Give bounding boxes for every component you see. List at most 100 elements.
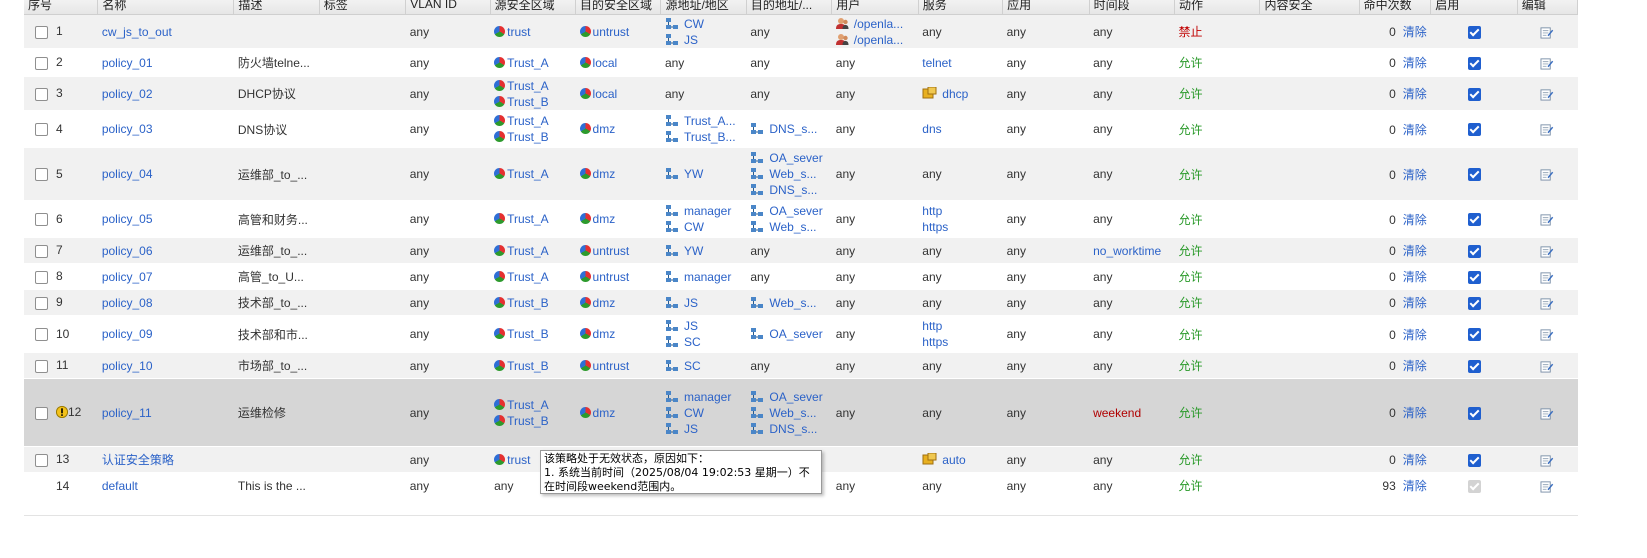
src-zone-link[interactable]: Trust_A <box>507 244 549 258</box>
service-item[interactable]: https <box>922 334 998 350</box>
dst-addr-value[interactable]: OA_sever <box>769 327 822 341</box>
enable-checkbox[interactable] <box>1467 123 1481 137</box>
user-value[interactable]: /openla... <box>854 33 903 47</box>
dst-zone-link[interactable]: untrust <box>593 270 630 284</box>
row-select-checkbox[interactable] <box>35 168 48 182</box>
enable-checkbox[interactable] <box>1467 296 1481 310</box>
table-row[interactable]: 11 policy_10 市场部_to_... any Trust_B untrust SC… <box>24 352 1578 379</box>
row-select-checkbox[interactable] <box>35 328 48 342</box>
dst-zone-item[interactable]: dmz <box>579 295 657 311</box>
dst-zone-item[interactable]: dmz <box>579 405 657 421</box>
clear-hits-link[interactable]: 清除 <box>1403 87 1427 101</box>
header-action[interactable]: 动作 <box>1174 0 1261 15</box>
header-desc[interactable]: 描述 <box>233 0 320 15</box>
dst-addr-item[interactable]: OA_sever <box>750 150 827 166</box>
src-addr-item[interactable]: manager <box>665 203 742 219</box>
src-zone-link[interactable]: Trust_A <box>507 398 549 412</box>
src-zone-item[interactable]: Trust_A <box>494 55 571 71</box>
src-addr-item[interactable]: YW <box>665 166 742 182</box>
dst-addr-item[interactable]: Web_s... <box>750 219 827 235</box>
row-select-checkbox[interactable] <box>35 25 48 39</box>
src-zone-item[interactable]: Trust_B <box>494 326 571 342</box>
dst-zone-link[interactable]: dmz <box>593 122 616 136</box>
dst-addr-item[interactable]: Web_s... <box>750 295 827 311</box>
policy-name-link[interactable]: policy_02 <box>102 87 153 101</box>
service-value[interactable]: telnet <box>922 56 951 70</box>
src-zone-item[interactable]: Trust_B <box>494 413 571 429</box>
dst-addr-value[interactable]: Web_s... <box>769 296 816 310</box>
header-dst-zone[interactable]: 目的安全区域 <box>575 0 662 15</box>
dst-zone-item[interactable]: untrust <box>579 24 657 40</box>
src-zone-item[interactable]: Trust_A <box>494 269 571 285</box>
table-row[interactable]: 5 policy_04 运维部_to_... any Trust_A dmz YW OA_se… <box>24 147 1578 201</box>
src-addr-value[interactable]: CW <box>684 406 704 420</box>
clear-hits-link[interactable]: 清除 <box>1403 25 1427 39</box>
src-zone-item[interactable]: Trust_A <box>494 243 571 259</box>
service-value[interactable]: https <box>922 335 948 349</box>
policy-name-link[interactable]: policy_04 <box>102 167 153 181</box>
header-src-addr[interactable]: 源地址/地区 <box>660 0 747 15</box>
row-select-checkbox[interactable] <box>35 359 48 373</box>
src-zone-link[interactable]: Trust_A <box>507 167 549 181</box>
header-app[interactable]: 应用 <box>1002 0 1090 15</box>
src-addr-item[interactable]: CW <box>665 219 742 235</box>
src-zone-item[interactable]: Trust_A <box>494 211 571 227</box>
dst-zone-link[interactable]: untrust <box>593 25 630 39</box>
row-select-checkbox[interactable] <box>35 406 48 420</box>
src-addr-value[interactable]: CW <box>684 17 704 31</box>
clear-hits-link[interactable]: 清除 <box>1403 453 1427 467</box>
dst-addr-item[interactable]: OA_sever <box>750 203 827 219</box>
table-row[interactable]: 9 policy_08 技术部_to_... any Trust_B dmz JS Web_s… <box>24 289 1578 316</box>
dst-zone-item[interactable]: local <box>579 86 657 102</box>
dst-addr-item[interactable]: Web_s... <box>750 166 827 182</box>
src-addr-value[interactable]: manager <box>684 204 731 218</box>
policy-name-link[interactable]: policy_03 <box>102 122 153 136</box>
src-zone-item[interactable]: trust <box>494 24 571 40</box>
enable-checkbox[interactable] <box>1467 244 1481 258</box>
header-dst-addr[interactable]: 目的地址/... <box>746 0 833 15</box>
dst-zone-link[interactable]: dmz <box>593 406 616 420</box>
enable-checkbox[interactable] <box>1467 87 1481 101</box>
src-zone-item[interactable]: Trust_B <box>494 94 571 110</box>
src-zone-link[interactable]: Trust_B <box>507 359 549 373</box>
src-addr-value[interactable]: Trust_B... <box>684 130 736 144</box>
service-item[interactable]: dns <box>922 121 998 137</box>
enable-checkbox[interactable] <box>1467 25 1481 39</box>
clear-hits-link[interactable]: 清除 <box>1403 328 1427 342</box>
service-item[interactable]: https <box>922 219 998 235</box>
src-addr-value[interactable]: Trust_A... <box>684 114 736 128</box>
src-zone-link[interactable]: Trust_B <box>507 327 549 341</box>
dst-addr-item[interactable]: OA_sever <box>750 389 827 405</box>
dst-addr-value[interactable]: DNS_s... <box>769 122 817 136</box>
dst-zone-item[interactable]: dmz <box>579 121 657 137</box>
header-name[interactable]: 名称 <box>97 0 235 15</box>
row-select-checkbox[interactable] <box>35 56 48 70</box>
dst-zone-link[interactable]: dmz <box>593 296 616 310</box>
src-zone-link[interactable]: Trust_A <box>507 114 549 128</box>
enable-checkbox[interactable] <box>1467 406 1481 420</box>
row-select-checkbox[interactable] <box>35 296 48 310</box>
src-addr-value[interactable]: manager <box>684 390 731 404</box>
src-addr-item[interactable]: manager <box>665 389 742 405</box>
src-zone-item[interactable]: Trust_A <box>494 166 571 182</box>
dst-zone-link[interactable]: untrust <box>593 359 630 373</box>
policy-name-link[interactable]: policy_06 <box>102 244 153 258</box>
dst-addr-item[interactable]: OA_sever <box>750 326 827 342</box>
time-range-value[interactable]: weekend <box>1093 406 1141 420</box>
src-zone-link[interactable]: Trust_B <box>507 414 549 428</box>
dst-addr-item[interactable]: DNS_s... <box>750 421 827 437</box>
row-select-checkbox[interactable] <box>35 453 48 467</box>
clear-hits-link[interactable]: 清除 <box>1403 270 1427 284</box>
user-item[interactable]: /openla... <box>835 16 914 32</box>
src-addr-value[interactable]: JS <box>684 319 698 333</box>
src-zone-link[interactable]: Trust_A <box>507 212 549 226</box>
policy-name-link[interactable]: policy_08 <box>102 296 153 310</box>
dst-zone-link[interactable]: local <box>593 87 618 101</box>
policy-name-link[interactable]: policy_10 <box>102 359 153 373</box>
dst-addr-value[interactable]: Web_s... <box>769 220 816 234</box>
src-zone-link[interactable]: trust <box>507 25 530 39</box>
src-addr-item[interactable]: SC <box>665 358 742 374</box>
table-row[interactable]: 4 policy_03 DNS协议 any Trust_A Trust_B dmz Trust… <box>24 110 1578 148</box>
row-select-checkbox[interactable] <box>35 123 48 137</box>
enable-checkbox[interactable] <box>1467 213 1481 227</box>
